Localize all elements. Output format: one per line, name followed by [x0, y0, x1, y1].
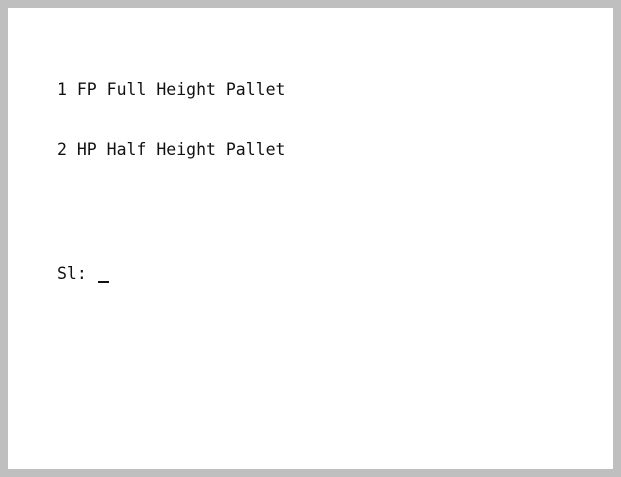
- terminal-content: 1 FP Full Height Pallet 2 HP Half Height…: [57, 40, 285, 324]
- terminal-window: 1 FP Full Height Pallet 2 HP Half Height…: [0, 0, 621, 477]
- selection-input[interactable]: [97, 264, 111, 284]
- terminal-screen: 1 FP Full Height Pallet 2 HP Half Height…: [8, 8, 613, 469]
- menu-option-full-height-pallet[interactable]: 1 FP Full Height Pallet: [57, 80, 285, 100]
- selection-prompt-label: Sl:: [57, 264, 97, 283]
- menu-option-half-height-pallet[interactable]: 2 HP Half Height Pallet: [57, 140, 285, 160]
- text-cursor: [97, 281, 109, 283]
- selection-prompt-row: Sl:: [57, 264, 285, 284]
